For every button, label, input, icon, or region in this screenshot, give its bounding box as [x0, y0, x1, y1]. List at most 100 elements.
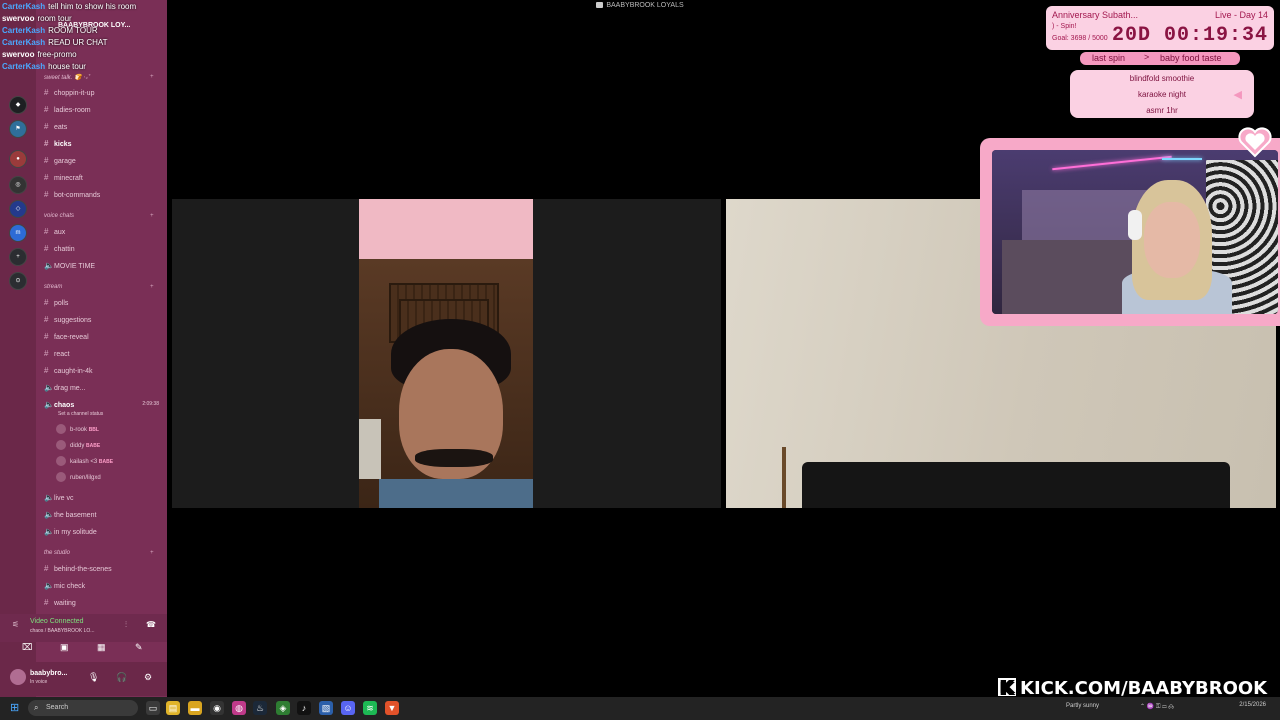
hash-icon: #	[44, 173, 49, 182]
spin-wheel-options: blindfold smoothie karaoke night asmr 1h…	[1070, 70, 1254, 118]
voice-channel[interactable]: 🔈MOVIE TIME	[44, 261, 162, 275]
task-view-icon[interactable]: ▭	[146, 701, 160, 715]
speaker-icon: 🔈	[44, 510, 54, 519]
spin-option: asmr 1hr	[1146, 106, 1178, 115]
voice-channel[interactable]: 🔈live vc	[44, 493, 162, 507]
voice-location[interactable]: chaos / BAABYBROOK LO...	[30, 628, 94, 634]
add-server-icon[interactable]: +	[9, 248, 27, 266]
user-status: In voice	[30, 679, 48, 685]
channel-item[interactable]: # aux	[44, 227, 162, 241]
chat-message: swervoo room tour	[2, 14, 72, 23]
channel-item[interactable]: # eats	[44, 122, 162, 136]
participant-video[interactable]	[359, 199, 533, 508]
voice-channel[interactable]: 🔈the basement	[44, 510, 162, 524]
headphones-icon[interactable]: 🎧	[116, 672, 127, 683]
speaker-icon: 🔈	[44, 261, 54, 270]
soundboard-icon[interactable]: ✎	[135, 642, 143, 653]
chevron-right-icon: >	[1144, 52, 1150, 62]
user-bar: baabybro... In voice 🎙 🎧 ⚙	[0, 662, 167, 696]
server-icon[interactable]: ◆	[9, 96, 27, 114]
camera-off-icon[interactable]: ⌧	[22, 642, 32, 653]
folder-icon[interactable]: ▬	[188, 701, 202, 715]
weather-status[interactable]: Partly sunny	[1066, 703, 1099, 709]
hash-icon: #	[44, 105, 49, 114]
hash-icon: #	[44, 366, 49, 375]
channel-item[interactable]: # garage	[44, 156, 162, 170]
disconnect-icon[interactable]: ☎	[146, 620, 156, 629]
clock[interactable]: 2/15/2026	[1239, 702, 1266, 708]
channel-item-active[interactable]: # kicks	[44, 139, 162, 153]
obs-icon[interactable]: ◉	[210, 701, 224, 715]
server-icon[interactable]: ◎	[9, 176, 27, 194]
channel-item[interactable]: # behind-the-scenes	[44, 564, 162, 578]
voice-status[interactable]: Video Connected	[30, 618, 84, 625]
server-icon[interactable]: ⚑	[9, 120, 27, 138]
taskbar-search[interactable]: ⌕ Search	[28, 700, 138, 716]
kick-logo-icon: K	[996, 676, 1018, 699]
channel-item[interactable]: # bot-commands	[44, 190, 162, 204]
hash-icon: #	[44, 88, 49, 97]
settings-icon[interactable]: ⚙	[144, 672, 152, 683]
server-icon[interactable]: ◇	[9, 200, 27, 218]
discord-sidebar: ◆ ⚑ ● ◎ ◇ m + ⊙ BAABYBROOK LOY... sweet …	[0, 0, 167, 697]
avatar	[56, 472, 66, 482]
brave-icon[interactable]: ▼	[385, 701, 399, 715]
chat-message: CarterKash ROOM TOUR	[2, 26, 98, 35]
channel-item[interactable]: # face-reveal	[44, 332, 162, 346]
voice-channel[interactable]: 🔈in my solitude	[44, 527, 162, 541]
app-icon[interactable]: ◍	[232, 701, 246, 715]
screen: BAABYBROOK LOYALS ◆ ⚑ ● ◎ ◇ m + ⊙ BAABYB…	[0, 0, 1280, 720]
voice-user[interactable]: diddy BABE	[56, 440, 160, 454]
hash-icon: #	[44, 139, 49, 148]
spin-option: karaoke night	[1137, 90, 1187, 99]
voice-user[interactable]: kailash <3 BABE	[56, 456, 160, 470]
channel-item[interactable]: # chattin	[44, 244, 162, 258]
hash-icon: #	[44, 315, 49, 324]
screen-share-icon[interactable]: ▣	[60, 642, 69, 653]
activities-icon[interactable]: ▦	[97, 642, 106, 653]
avatar[interactable]	[10, 669, 26, 685]
voice-channel[interactable]: 🔈drag me...	[44, 383, 162, 397]
channel-item[interactable]: # caught-in-4k	[44, 366, 162, 380]
windows-start-icon[interactable]: ⊞	[10, 701, 19, 714]
channel-item[interactable]: # waiting	[44, 598, 162, 612]
channel-item[interactable]: # react	[44, 349, 162, 363]
channel-item[interactable]: # polls	[44, 298, 162, 312]
category-sweet-talk[interactable]: sweet talk. 🍞 ‧₊˚ +	[44, 74, 154, 81]
channel-list: BAABYBROOK LOY... sweet talk. 🍞 ‧₊˚ + # ch…	[36, 0, 167, 697]
category-stream[interactable]: stream +	[44, 284, 154, 290]
hash-icon: #	[44, 298, 49, 307]
signal-icon: ⚟	[12, 620, 20, 629]
server-icon[interactable]: m	[9, 224, 27, 242]
channel-item[interactable]: # ladies-room	[44, 105, 162, 119]
category-studio[interactable]: the studio +	[44, 550, 154, 556]
tray-icons[interactable]: ⌃ ♒ ⚿ ▭ ☊	[1140, 703, 1174, 711]
spin-option: blindfold smoothie	[1129, 74, 1195, 83]
file-icon[interactable]: ▤	[166, 701, 180, 715]
category-voice[interactable]: voice chats +	[44, 213, 154, 219]
channel-item[interactable]: # minecraft	[44, 173, 162, 187]
voice-user[interactable]: ruben/lilgxd	[56, 472, 160, 486]
tiktok-icon[interactable]: ♪	[297, 701, 311, 715]
channel-item[interactable]: # choppin-it-up	[44, 88, 162, 102]
server-icon[interactable]: ●	[9, 150, 27, 168]
voice-user[interactable]: b-rook BBL	[56, 424, 160, 438]
channel-timer: 2:09:38	[142, 401, 159, 407]
channel-item[interactable]: # suggestions	[44, 315, 162, 329]
spotify-icon[interactable]: ≋	[363, 701, 377, 715]
mic-icon[interactable]: 🎙	[88, 672, 99, 683]
avatar	[56, 440, 66, 450]
goal-progress: Goal: 3698 / 5000	[1052, 35, 1108, 42]
steam-icon[interactable]: ♨	[253, 701, 267, 715]
chat-message: CarterKash tell him to show his room	[2, 2, 137, 11]
app-icon[interactable]: ▧	[319, 701, 333, 715]
voice-channel[interactable]: 🔈mic check	[44, 581, 162, 595]
username[interactable]: baabybro...	[30, 670, 67, 677]
discover-icon[interactable]: ⊙	[9, 272, 27, 290]
hash-icon: #	[44, 332, 49, 341]
noise-suppression-icon[interactable]: ⫶	[125, 620, 127, 630]
app-icon[interactable]: ◈	[276, 701, 290, 715]
discord-icon[interactable]: ☺	[341, 701, 355, 715]
taskbar: ⊞ ⌕ Search ▭ ▤ ▬ ◉ ◍ ♨ ◈ ♪ ▧ ☺ ≋ ▼ Partly…	[0, 697, 1280, 720]
channel-status[interactable]: Set a channel status	[58, 411, 103, 417]
